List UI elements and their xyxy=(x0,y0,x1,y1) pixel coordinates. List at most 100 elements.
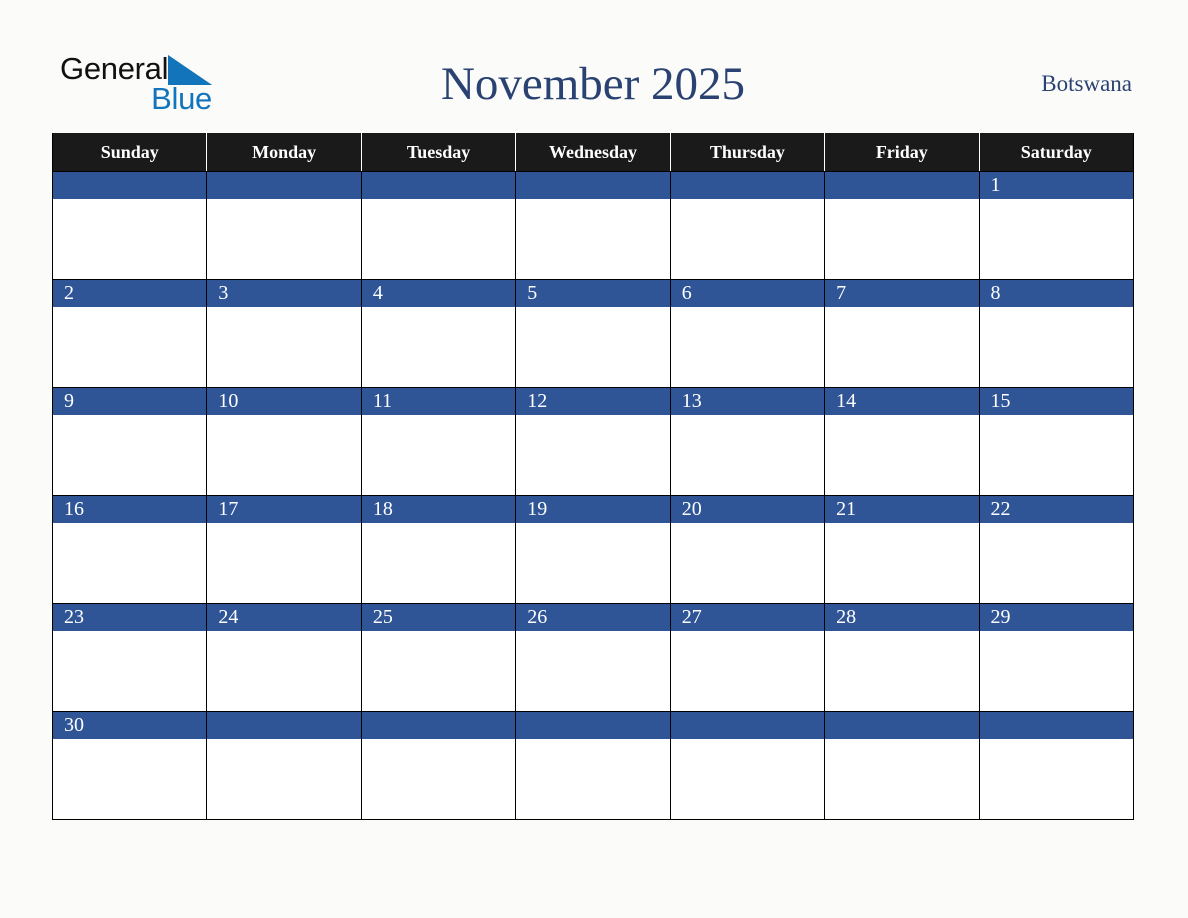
day-cell[interactable] xyxy=(979,712,1133,819)
day-cell[interactable]: 16 xyxy=(53,496,208,603)
day-number xyxy=(979,712,1133,739)
day-cell[interactable]: 5 xyxy=(516,280,671,387)
day-events-area[interactable] xyxy=(670,739,825,819)
day-cell[interactable]: 25 xyxy=(361,604,517,711)
day-events-area[interactable] xyxy=(207,523,361,603)
day-events-area[interactable] xyxy=(670,415,825,495)
day-events-area[interactable] xyxy=(670,307,825,387)
day-cell[interactable]: 6 xyxy=(670,280,826,387)
day-number: 16 xyxy=(53,496,207,523)
day-events-area[interactable] xyxy=(825,739,979,819)
day-cell[interactable]: 10 xyxy=(207,388,362,495)
day-events-area[interactable] xyxy=(516,199,670,279)
day-number: 6 xyxy=(670,280,825,307)
day-cell[interactable] xyxy=(361,172,517,279)
day-events-area[interactable] xyxy=(825,631,979,711)
day-cell[interactable]: 14 xyxy=(825,388,980,495)
day-cell[interactable] xyxy=(825,172,980,279)
day-events-area[interactable] xyxy=(53,523,207,603)
day-events-area[interactable] xyxy=(979,415,1133,495)
day-cell[interactable]: 13 xyxy=(670,388,826,495)
day-cell[interactable]: 22 xyxy=(979,496,1133,603)
day-cell[interactable]: 8 xyxy=(979,280,1133,387)
day-number xyxy=(53,172,207,199)
day-events-area[interactable] xyxy=(207,415,361,495)
day-events-area[interactable] xyxy=(207,739,361,819)
day-events-area[interactable] xyxy=(670,631,825,711)
day-events-area[interactable] xyxy=(979,739,1133,819)
day-events-area[interactable] xyxy=(53,307,207,387)
day-number: 27 xyxy=(670,604,825,631)
day-number xyxy=(825,172,979,199)
day-events-area[interactable] xyxy=(361,739,516,819)
day-number: 26 xyxy=(516,604,670,631)
day-cell[interactable]: 20 xyxy=(670,496,826,603)
day-number: 3 xyxy=(207,280,361,307)
day-events-area[interactable] xyxy=(207,631,361,711)
day-cell[interactable]: 26 xyxy=(516,604,671,711)
weekday-header-thursday: Thursday xyxy=(671,133,826,171)
day-events-area[interactable] xyxy=(670,523,825,603)
day-cell[interactable]: 30 xyxy=(53,712,208,819)
day-cell[interactable]: 12 xyxy=(516,388,671,495)
page-title: November 2025 xyxy=(440,58,746,110)
day-events-area[interactable] xyxy=(361,523,516,603)
day-events-area[interactable] xyxy=(361,415,516,495)
day-number: 9 xyxy=(53,388,207,415)
day-cell[interactable]: 18 xyxy=(361,496,517,603)
day-cell[interactable]: 21 xyxy=(825,496,980,603)
day-cell[interactable]: 23 xyxy=(53,604,208,711)
day-events-area[interactable] xyxy=(979,307,1133,387)
day-events-area[interactable] xyxy=(361,631,516,711)
day-cell[interactable]: 28 xyxy=(825,604,980,711)
day-cell[interactable]: 4 xyxy=(361,280,517,387)
day-cell[interactable]: 7 xyxy=(825,280,980,387)
day-events-area[interactable] xyxy=(979,523,1133,603)
day-cell[interactable]: 2 xyxy=(53,280,208,387)
day-number: 21 xyxy=(825,496,979,523)
day-cell[interactable]: 11 xyxy=(361,388,517,495)
day-events-area[interactable] xyxy=(207,307,361,387)
day-cell[interactable] xyxy=(516,172,671,279)
day-cell[interactable] xyxy=(516,712,671,819)
day-cell[interactable] xyxy=(361,712,517,819)
day-cell[interactable]: 19 xyxy=(516,496,671,603)
day-events-area[interactable] xyxy=(207,199,361,279)
week-row: 30 xyxy=(53,711,1133,819)
day-number xyxy=(207,712,361,739)
day-number: 24 xyxy=(207,604,361,631)
day-events-area[interactable] xyxy=(516,415,670,495)
day-events-area[interactable] xyxy=(825,199,979,279)
day-events-area[interactable] xyxy=(53,199,207,279)
day-cell[interactable]: 9 xyxy=(53,388,208,495)
day-events-area[interactable] xyxy=(516,307,670,387)
day-cell[interactable] xyxy=(207,172,362,279)
day-cell[interactable]: 15 xyxy=(979,388,1133,495)
day-events-area[interactable] xyxy=(825,523,979,603)
day-events-area[interactable] xyxy=(979,199,1133,279)
day-cell[interactable]: 24 xyxy=(207,604,362,711)
day-events-area[interactable] xyxy=(516,631,670,711)
day-events-area[interactable] xyxy=(53,415,207,495)
day-events-area[interactable] xyxy=(516,739,670,819)
day-events-area[interactable] xyxy=(361,199,516,279)
day-number: 29 xyxy=(979,604,1133,631)
day-cell[interactable] xyxy=(825,712,980,819)
day-events-area[interactable] xyxy=(979,631,1133,711)
day-events-area[interactable] xyxy=(825,307,979,387)
day-cell[interactable] xyxy=(670,712,826,819)
day-cell[interactable]: 1 xyxy=(979,172,1133,279)
day-events-area[interactable] xyxy=(516,523,670,603)
day-cell[interactable]: 27 xyxy=(670,604,826,711)
day-events-area[interactable] xyxy=(670,199,825,279)
day-cell[interactable]: 29 xyxy=(979,604,1133,711)
day-cell[interactable] xyxy=(207,712,362,819)
day-events-area[interactable] xyxy=(825,415,979,495)
day-events-area[interactable] xyxy=(53,631,207,711)
day-events-area[interactable] xyxy=(361,307,516,387)
day-cell[interactable] xyxy=(53,172,208,279)
day-cell[interactable]: 17 xyxy=(207,496,362,603)
day-cell[interactable] xyxy=(670,172,826,279)
day-events-area[interactable] xyxy=(53,739,207,819)
day-cell[interactable]: 3 xyxy=(207,280,362,387)
